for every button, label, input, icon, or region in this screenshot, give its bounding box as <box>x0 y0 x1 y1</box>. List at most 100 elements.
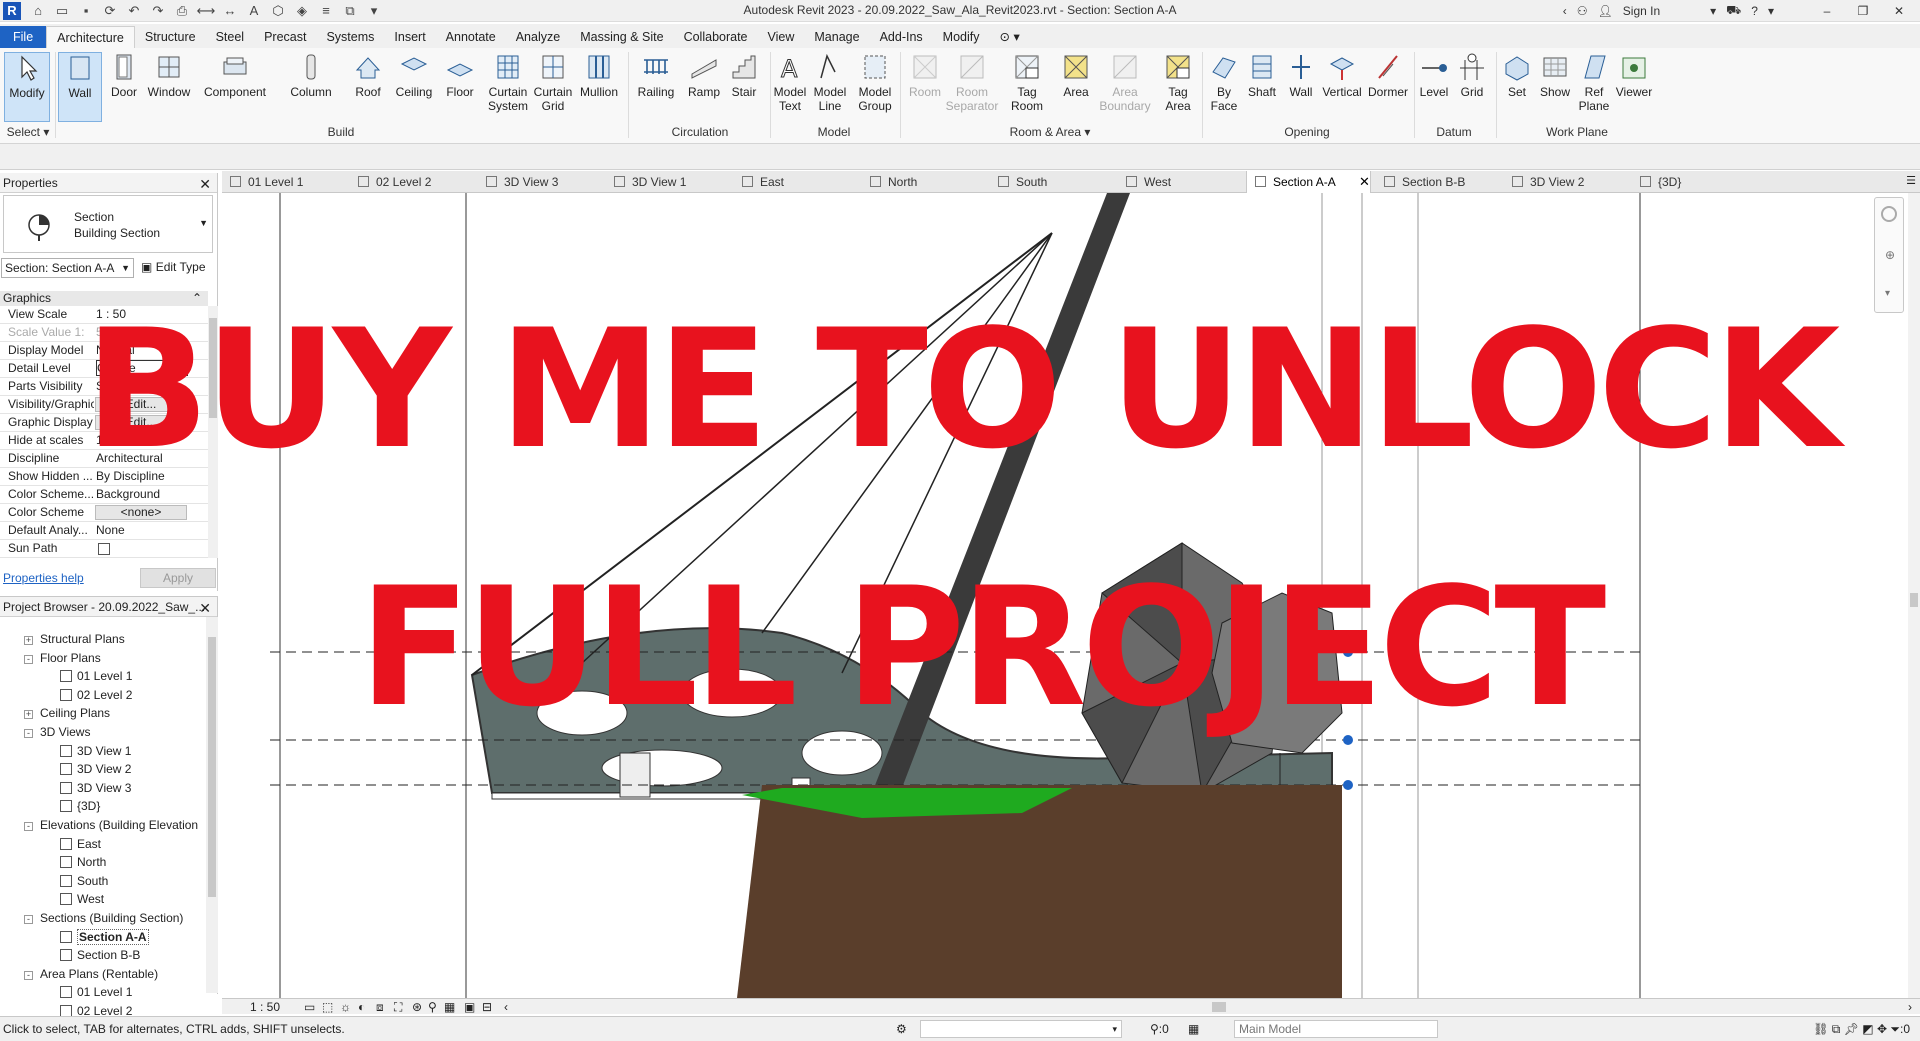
railing-button[interactable]: Railing <box>634 52 678 99</box>
scroll-thumb[interactable] <box>1910 593 1918 607</box>
vertical-opening-button[interactable]: Vertical <box>1320 52 1364 99</box>
restore-icon[interactable]: ❐ <box>1850 4 1876 18</box>
navigation-bar[interactable]: ⊕ ▾ <box>1874 197 1904 313</box>
detail-level-icon[interactable]: ▭ <box>304 999 315 1015</box>
expand-icon[interactable]: + <box>24 636 33 645</box>
area-button[interactable]: Area <box>1058 52 1094 99</box>
browser-category[interactable]: -3D Views <box>24 723 90 741</box>
tag-area-button[interactable]: Tag Area <box>1158 52 1198 113</box>
collapse-icon[interactable]: - <box>24 822 33 831</box>
prop-row[interactable]: Sun Path <box>0 540 208 558</box>
binoculars-icon[interactable]: ⚇ <box>1577 4 1588 18</box>
tab-analyze[interactable]: Analyze <box>506 26 570 48</box>
select-underlay-icon[interactable]: ⧉ <box>1832 1022 1841 1036</box>
view-tab[interactable]: Section A-A ✕ <box>1246 171 1371 193</box>
temporary-hide-icon[interactable]: ⊛ <box>412 999 422 1015</box>
tag-room-button[interactable]: Tag Room <box>1004 52 1050 113</box>
viewer-button[interactable]: Viewer <box>1614 52 1654 99</box>
edit-button[interactable]: Edit... <box>95 415 187 430</box>
select-by-face-icon[interactable]: ◩ <box>1862 1022 1873 1036</box>
tab-annotate[interactable]: Annotate <box>436 26 506 48</box>
close-icon[interactable]: ✕ <box>1886 4 1912 18</box>
ref-plane-button[interactable]: Ref Plane <box>1576 52 1612 113</box>
design-options-icon[interactable]: ▦ <box>1188 1017 1199 1041</box>
sun-path-icon[interactable]: ☼ <box>340 999 351 1015</box>
roof-button[interactable]: Roof <box>350 52 386 99</box>
chevron-down-icon[interactable]: ▼ <box>199 218 208 228</box>
shadows-icon[interactable]: ◐ <box>358 999 365 1015</box>
edit-type-button[interactable]: ▣ Edit Type <box>141 260 206 274</box>
level-button[interactable]: Level <box>1416 52 1452 99</box>
stair-button[interactable]: Stair <box>724 52 764 99</box>
properties-scrollbar[interactable] <box>208 306 218 558</box>
close-icon[interactable]: ✕ <box>1359 171 1370 193</box>
prop-row[interactable]: Default Analy... None <box>0 522 208 540</box>
properties-help-link[interactable]: Properties help <box>3 571 84 585</box>
drawing-canvas[interactable]: ⊕ ▾ <box>222 193 1908 998</box>
prop-row[interactable]: Show Hidden ... By Discipline <box>0 468 208 486</box>
view-tab[interactable]: 3D View 3 <box>478 171 603 193</box>
tab-insert[interactable]: Insert <box>384 26 435 48</box>
thin-lines-icon[interactable]: ≡ <box>316 2 336 20</box>
collapse-icon[interactable]: - <box>24 970 33 980</box>
tab-list-icon[interactable]: ☰ <box>1906 174 1916 187</box>
dormer-button[interactable]: Dormer <box>1366 52 1410 99</box>
visual-style-icon[interactable]: ⬚ <box>322 999 333 1015</box>
model-group-button[interactable]: Model Group <box>852 52 898 113</box>
view-scale[interactable]: 1 : 50 <box>250 999 280 1015</box>
revit-logo-icon[interactable]: R <box>3 2 21 20</box>
opening-by-face-button[interactable]: By Face <box>1206 52 1242 113</box>
ribbon-options-icon[interactable]: ⊙ ▾ <box>990 26 1030 48</box>
expand-icon[interactable]: + <box>24 710 33 720</box>
browser-view-item[interactable]: Section A-A <box>60 928 149 946</box>
cart-icon[interactable]: ⛟ <box>1726 3 1741 19</box>
browser-view-item[interactable]: Section B-B <box>60 946 140 964</box>
window-button[interactable]: Window <box>144 52 194 99</box>
redo-icon[interactable]: ↷ <box>148 2 168 20</box>
browser-view-item[interactable]: 3D View 2 <box>60 760 131 778</box>
prop-row[interactable]: Discipline Architectural <box>0 450 208 468</box>
browser-view-item[interactable]: West <box>60 890 104 908</box>
drag-elements-icon[interactable]: ✥ <box>1877 1022 1887 1036</box>
tab-collaborate[interactable]: Collaborate <box>674 26 758 48</box>
level-head-icon[interactable] <box>1343 735 1353 745</box>
canvas-vertical-scrollbar[interactable] <box>1908 193 1920 998</box>
tab-structure[interactable]: Structure <box>135 26 206 48</box>
design-option-selector[interactable]: Main Model <box>1234 1020 1438 1038</box>
browser-view-item[interactable]: North <box>60 853 106 871</box>
view-tab[interactable]: South <box>990 171 1115 193</box>
tab-massing-site[interactable]: Massing & Site <box>570 26 673 48</box>
analytical-model-icon[interactable]: ▣ <box>464 999 475 1015</box>
open-icon[interactable]: ▭ <box>52 2 72 20</box>
minimize-icon[interactable]: – <box>1814 4 1840 18</box>
scroll-left-icon[interactable]: ‹ <box>504 999 508 1015</box>
select-links-icon[interactable]: ⛓ <box>1813 1022 1828 1036</box>
floor-button[interactable]: Floor <box>440 52 480 99</box>
tab-manage[interactable]: Manage <box>804 26 869 48</box>
chevron-down-icon[interactable]: ▾ <box>1885 288 1890 299</box>
browser-view-item[interactable]: South <box>60 872 108 890</box>
view-tab[interactable]: Section B-B <box>1376 171 1501 193</box>
browser-view-item[interactable]: East <box>60 835 101 853</box>
prop-row[interactable]: Color Scheme... Background <box>0 486 208 504</box>
scroll-thumb[interactable] <box>1212 1002 1226 1012</box>
prop-row[interactable]: Detail Level Coarse <box>0 360 208 378</box>
zoom-icon[interactable]: ⊕ <box>1885 248 1895 262</box>
browser-view-item[interactable]: 01 Level 1 <box>60 983 132 1001</box>
column-button[interactable]: Column <box>284 52 338 99</box>
collapse-icon[interactable]: - <box>24 654 33 664</box>
browser-category[interactable]: + Ceiling Plans <box>24 704 110 722</box>
tab-file[interactable]: File <box>0 26 47 48</box>
collapse-icon[interactable]: ⌃ <box>192 291 202 306</box>
help-icon[interactable]: ? <box>1751 4 1758 18</box>
graphics-group-header[interactable]: Graphics ⌃ <box>0 291 208 306</box>
curtain-grid-button[interactable]: Curtain Grid <box>530 52 576 113</box>
close-icon[interactable]: ✕ <box>199 174 211 194</box>
select-panel-label[interactable]: Select ▾ <box>4 125 52 139</box>
apply-button[interactable]: Apply <box>140 568 216 588</box>
temporary-view-icon[interactable]: ▦ <box>444 999 455 1015</box>
prop-row[interactable]: Visibility/Graphics Edit... <box>0 396 208 414</box>
level-head-icon[interactable] <box>1343 780 1353 790</box>
show-work-plane-button[interactable]: Show <box>1536 52 1574 99</box>
select-pinned-icon[interactable]: 📌︎ <box>1844 1022 1859 1036</box>
